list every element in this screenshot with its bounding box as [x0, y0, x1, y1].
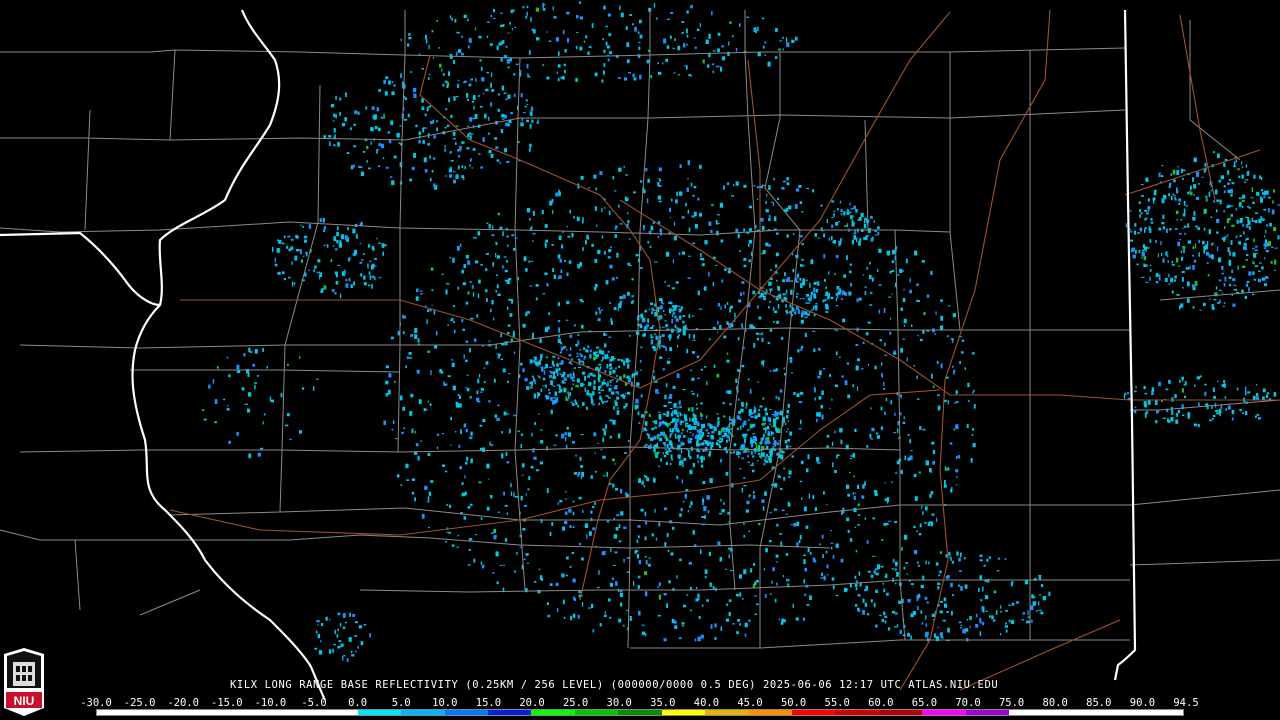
product-caption: KILX LONG RANGE BASE REFLECTIVITY (0.25K… — [230, 679, 999, 691]
legend-swatch — [922, 710, 966, 715]
legend-label: 35.0 — [650, 697, 676, 709]
legend-label: 15.0 — [475, 697, 502, 709]
logo-text: NIU — [14, 694, 35, 708]
legend-swatch — [401, 710, 445, 715]
legend-swatch — [965, 710, 1010, 715]
legend-swatch — [487, 710, 532, 715]
legend-label: -30.0 — [80, 697, 112, 709]
legend-label: 85.0 — [1086, 697, 1112, 709]
legend-swatch — [444, 710, 488, 715]
legend-label: 65.0 — [911, 697, 938, 709]
legend-swatch — [878, 710, 923, 715]
legend-label: 25.0 — [562, 697, 589, 709]
legend-label: 55.0 — [824, 697, 850, 709]
legend-label: 90.0 — [1129, 697, 1156, 709]
legend-swatch — [1009, 710, 1053, 715]
legend-swatch — [97, 710, 141, 715]
legend-swatch — [1096, 710, 1140, 715]
legend-swatch — [1139, 710, 1183, 715]
legend-swatch — [227, 710, 271, 715]
legend-swatch — [748, 710, 792, 715]
legend-label: 94.5 — [1173, 697, 1199, 709]
legend-swatch — [1052, 710, 1097, 715]
legend-label: 60.0 — [868, 697, 894, 709]
legend-label: -5.0 — [301, 697, 327, 709]
legend-swatch — [835, 710, 879, 715]
legend-color-bar — [96, 709, 1184, 716]
legend-swatch — [357, 710, 402, 715]
legend-label: 0.0 — [348, 697, 368, 709]
legend-label: 70.0 — [955, 697, 981, 709]
legend-swatch — [140, 710, 184, 715]
niu-logo: NIU — [4, 648, 44, 716]
legend-swatch — [314, 710, 358, 715]
legend-label: 10.0 — [432, 697, 458, 709]
legend-label: -10.0 — [254, 697, 287, 709]
legend-label: -25.0 — [123, 697, 156, 709]
legend-swatch — [661, 710, 706, 715]
legend-swatch — [618, 710, 662, 715]
legend-swatch — [792, 710, 836, 715]
legend-label: 20.0 — [519, 697, 545, 709]
legend-swatch — [705, 710, 749, 715]
legend-label: 75.0 — [998, 697, 1025, 709]
legend-swatch — [183, 710, 228, 715]
legend-label: 30.0 — [606, 697, 632, 709]
legend-label: -15.0 — [210, 697, 243, 709]
legend-swatch — [270, 710, 315, 715]
legend-swatch — [574, 710, 619, 715]
radar-map — [0, 0, 1280, 720]
legend-label: 45.0 — [737, 697, 763, 709]
legend-label: 50.0 — [780, 697, 807, 709]
legend-label: -20.0 — [167, 697, 199, 709]
legend-label: 80.0 — [1042, 697, 1068, 709]
legend-labels: -30.0 -25.0 -20.0 -15.0 -10.0 -5.0 0.0 5.0 10.0 1… — [80, 697, 1198, 709]
legend-swatch — [531, 710, 575, 715]
legend-label: 40.0 — [693, 697, 720, 709]
legend-label: 5.0 — [391, 697, 411, 709]
